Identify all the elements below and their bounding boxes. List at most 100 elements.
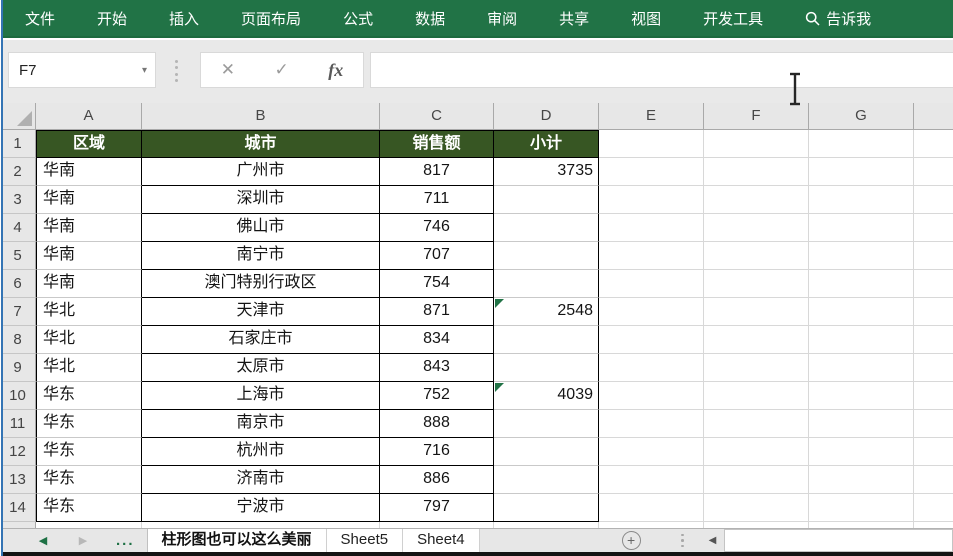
cell-partial[interactable] — [914, 158, 953, 186]
cell-e2[interactable] — [599, 158, 704, 186]
cell-d3[interactable] — [494, 186, 599, 214]
cell-f1[interactable] — [704, 130, 809, 158]
cell-e12[interactable] — [599, 438, 704, 466]
cell-d6[interactable] — [494, 270, 599, 298]
row-header-11[interactable]: 11 — [0, 410, 36, 438]
ribbon-tab-data[interactable]: 数据 — [415, 8, 445, 29]
cell-partial[interactable] — [914, 298, 953, 326]
cell-d5[interactable] — [494, 242, 599, 270]
cell-partial[interactable] — [914, 494, 953, 522]
name-box[interactable]: F7 ▾ — [8, 52, 156, 88]
cell-a10[interactable]: 华东 — [36, 382, 142, 410]
row-header-6[interactable]: 6 — [0, 270, 36, 298]
cell-f10[interactable] — [704, 382, 809, 410]
cell-e3[interactable] — [599, 186, 704, 214]
cell-e10[interactable] — [599, 382, 704, 410]
cell-f14[interactable] — [704, 494, 809, 522]
cell-d9[interactable] — [494, 354, 599, 382]
cell-c13[interactable]: 886 — [380, 466, 494, 494]
cell-f7[interactable] — [704, 298, 809, 326]
tell-me-box[interactable]: 告诉我 — [805, 8, 871, 29]
cell-partial[interactable] — [914, 382, 953, 410]
cell-b13[interactable]: 济南市 — [142, 466, 380, 494]
cell-c1[interactable]: 销售额 — [380, 130, 494, 158]
cell-a5[interactable]: 华南 — [36, 242, 142, 270]
cell-partial[interactable] — [914, 130, 953, 158]
cell-f9[interactable] — [704, 354, 809, 382]
cell-g13[interactable] — [809, 466, 914, 494]
cell-d4[interactable] — [494, 214, 599, 242]
cell-g5[interactable] — [809, 242, 914, 270]
cell-g9[interactable] — [809, 354, 914, 382]
cell-b3[interactable]: 深圳市 — [142, 186, 380, 214]
cell-b6[interactable]: 澳门特别行政区 — [142, 270, 380, 298]
row-header-5[interactable]: 5 — [0, 242, 36, 270]
horizontal-scrollbar[interactable] — [724, 529, 953, 552]
ribbon-tab-view[interactable]: 视图 — [631, 8, 661, 29]
cell-f3[interactable] — [704, 186, 809, 214]
cell-b14[interactable]: 宁波市 — [142, 494, 380, 522]
cell-a8[interactable]: 华北 — [36, 326, 142, 354]
ribbon-tab-file[interactable]: 文件 — [25, 8, 55, 29]
cell-f2[interactable] — [704, 158, 809, 186]
ribbon-tab-developer[interactable]: 开发工具 — [703, 8, 763, 29]
sheet-nav-more-icon[interactable]: ... — [116, 533, 135, 548]
cell-e1[interactable] — [599, 130, 704, 158]
cell-a1[interactable]: 区域 — [36, 130, 142, 158]
cell-partial[interactable] — [914, 410, 953, 438]
cell-c9[interactable]: 843 — [380, 354, 494, 382]
cell-f12[interactable] — [704, 438, 809, 466]
ribbon-tab-share[interactable]: 共享 — [559, 8, 589, 29]
cell-f6[interactable] — [704, 270, 809, 298]
cell-e11[interactable] — [599, 410, 704, 438]
cell-d14[interactable] — [494, 494, 599, 522]
cell-e7[interactable] — [599, 298, 704, 326]
sheet-tab-active[interactable]: 柱形图也可以这么美丽 — [148, 529, 327, 552]
sheet-nav-prev-icon[interactable]: ◀ — [36, 534, 50, 547]
select-all-corner[interactable] — [0, 103, 36, 130]
cell-g14[interactable] — [809, 494, 914, 522]
cell-b12[interactable]: 杭州市 — [142, 438, 380, 466]
cell-d11[interactable] — [494, 410, 599, 438]
cell-e4[interactable] — [599, 214, 704, 242]
cell-e14[interactable] — [599, 494, 704, 522]
cell-c10[interactable]: 752 — [380, 382, 494, 410]
cell-g3[interactable] — [809, 186, 914, 214]
cell-partial[interactable] — [914, 214, 953, 242]
cell-c11[interactable]: 888 — [380, 410, 494, 438]
cell-a7[interactable]: 华北 — [36, 298, 142, 326]
cell-e6[interactable] — [599, 270, 704, 298]
cell-a14[interactable]: 华东 — [36, 494, 142, 522]
cell-a2[interactable]: 华南 — [36, 158, 142, 186]
row-header-3[interactable]: 3 — [0, 186, 36, 214]
row-header-9[interactable]: 9 — [0, 354, 36, 382]
cell-c7[interactable]: 871 — [380, 298, 494, 326]
cell-c4[interactable]: 746 — [380, 214, 494, 242]
cell-partial[interactable] — [914, 466, 953, 494]
row-header-13[interactable]: 13 — [0, 466, 36, 494]
cell-c8[interactable]: 834 — [380, 326, 494, 354]
cell-a11[interactable]: 华东 — [36, 410, 142, 438]
cell-g10[interactable] — [809, 382, 914, 410]
cell-a6[interactable]: 华南 — [36, 270, 142, 298]
add-sheet-button[interactable]: + — [621, 531, 641, 550]
sheet-tab-sheet4[interactable]: Sheet4 — [403, 529, 480, 552]
cell-g7[interactable] — [809, 298, 914, 326]
cell-c3[interactable]: 711 — [380, 186, 494, 214]
row-header-12[interactable]: 12 — [0, 438, 36, 466]
column-header-e[interactable]: E — [599, 103, 704, 130]
cell-g8[interactable] — [809, 326, 914, 354]
cell-partial[interactable] — [914, 354, 953, 382]
cell-partial[interactable] — [914, 186, 953, 214]
column-header-c[interactable]: C — [380, 103, 494, 130]
cell-a13[interactable]: 华东 — [36, 466, 142, 494]
cell-e5[interactable] — [599, 242, 704, 270]
ribbon-tab-page-layout[interactable]: 页面布局 — [241, 8, 301, 29]
cell-c2[interactable]: 817 — [380, 158, 494, 186]
cell-f11[interactable] — [704, 410, 809, 438]
cell-b8[interactable]: 石家庄市 — [142, 326, 380, 354]
cell-b7[interactable]: 天津市 — [142, 298, 380, 326]
cell-c14[interactable]: 797 — [380, 494, 494, 522]
cell-b10[interactable]: 上海市 — [142, 382, 380, 410]
cell-partial[interactable] — [914, 270, 953, 298]
